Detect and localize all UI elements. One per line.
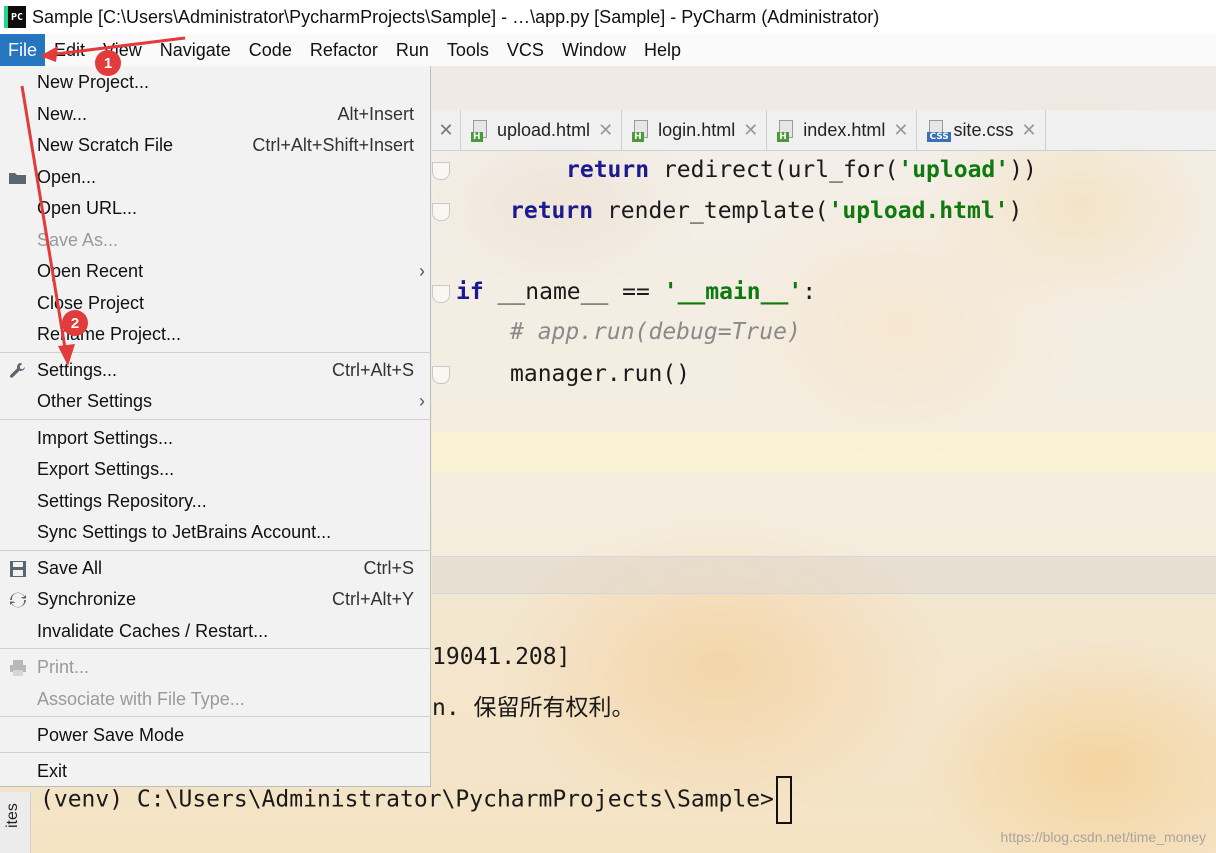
menu-item-exit[interactable]: Exit [0, 756, 431, 787]
folder-icon [8, 168, 28, 188]
title-bar: PC Sample [C:\Users\Administrator\Pychar… [0, 0, 1216, 34]
html-file-icon: H [777, 120, 795, 142]
menu-item-open-recent[interactable]: Open Recent › [0, 256, 431, 287]
menu-item-invalidate-caches[interactable]: Invalidate Caches / Restart... [0, 616, 431, 647]
window-title: Sample [C:\Users\Administrator\PycharmPr… [32, 6, 880, 27]
menu-item-power-save-mode[interactable]: Power Save Mode [0, 720, 431, 751]
menu-tools[interactable]: Tools [438, 34, 498, 66]
menu-item-other-settings[interactable]: Other Settings › [0, 386, 431, 417]
menu-item-new-scratch-file[interactable]: New Scratch File Ctrl+Alt+Shift+Insert [0, 130, 431, 161]
refresh-icon [8, 590, 28, 610]
terminal-line: n. 保留所有权利。 [432, 695, 635, 721]
tab-label: index.html [803, 119, 886, 140]
terminal-prompt: (venv) C:\Users\Administrator\PycharmPro… [40, 786, 774, 813]
menu-file[interactable]: File [0, 34, 46, 66]
menu-item-sync-settings[interactable]: Sync Settings to JetBrains Account... [0, 517, 431, 548]
close-icon[interactable]: ✕ [432, 110, 461, 150]
code-line: # app.run(debug=True) [510, 319, 801, 345]
css-file-icon: CSS [927, 120, 951, 142]
file-menu-dropdown: New Project... New... Alt+Insert New Scr… [0, 66, 431, 787]
terminal-cursor[interactable] [775, 776, 792, 824]
tab-close-icon[interactable]: ✕ [743, 120, 758, 141]
tab-index-html[interactable]: H index.html ✕ [767, 110, 918, 150]
fold-marker-icon[interactable] [432, 162, 450, 180]
editor-tab-bar: ✕ H upload.html ✕ H login.html ✕ H index… [432, 110, 1216, 151]
tab-upload-html[interactable]: H upload.html ✕ [461, 110, 623, 150]
menu-code[interactable]: Code [240, 34, 301, 66]
tab-login-html[interactable]: H login.html ✕ [622, 110, 768, 150]
menu-navigate[interactable]: Navigate [151, 34, 240, 66]
menu-item-import-settings[interactable]: Import Settings... [0, 423, 431, 454]
menu-item-synchronize[interactable]: Synchronize Ctrl+Alt+Y [0, 584, 431, 615]
menu-item-settings-repository[interactable]: Settings Repository... [0, 486, 431, 517]
tab-site-css[interactable]: CSS site.css ✕ [917, 110, 1046, 150]
menu-edit[interactable]: Edit [45, 34, 94, 66]
tab-label: site.css [953, 119, 1014, 140]
menu-bar: File Edit View Navigate Code Refactor Ru… [0, 34, 1216, 66]
menu-refactor[interactable]: Refactor [301, 34, 387, 66]
fold-marker-icon[interactable] [432, 203, 450, 221]
menu-vcs[interactable]: VCS [498, 34, 553, 66]
tab-close-icon[interactable]: ✕ [598, 120, 613, 141]
step-badge-2: 2 [62, 310, 88, 336]
chevron-right-icon: › [419, 261, 425, 281]
code-line: return render_template('upload.html') [510, 198, 1023, 224]
menu-item-open[interactable]: Open... [0, 162, 431, 193]
tab-label: login.html [658, 119, 736, 140]
menu-item-new[interactable]: New... Alt+Insert [0, 99, 431, 130]
step-badge-1: 1 [95, 50, 121, 76]
menu-separator [0, 550, 431, 551]
fold-marker-icon[interactable] [432, 366, 450, 384]
menu-run[interactable]: Run [387, 34, 438, 66]
menu-item-save-all[interactable]: Save All Ctrl+S [0, 553, 431, 584]
tool-window-header [432, 556, 1216, 594]
menu-item-new-project[interactable]: New Project... [0, 67, 431, 98]
tab-label: upload.html [497, 119, 591, 140]
wrench-icon [8, 361, 28, 381]
menu-separator [0, 419, 431, 420]
menu-item-settings[interactable]: Settings... Ctrl+Alt+S [0, 355, 431, 386]
code-line: return redirect(url_for('upload')) [566, 157, 1037, 183]
menu-separator [0, 648, 431, 649]
printer-icon [8, 658, 28, 678]
watermark: https://blog.csdn.net/time_money [1000, 829, 1206, 845]
menu-help[interactable]: Help [635, 34, 690, 66]
menu-item-associate-file-type: Associate with File Type... [37, 689, 245, 709]
html-file-icon: H [632, 120, 650, 142]
menu-item-open-url[interactable]: Open URL... [0, 193, 431, 224]
menu-separator [0, 716, 431, 717]
chevron-right-icon: › [419, 391, 425, 411]
menu-separator [0, 352, 431, 353]
tab-close-icon[interactable]: ✕ [1021, 120, 1036, 141]
menu-item-print: Print... [0, 652, 431, 683]
tab-close-icon[interactable]: ✕ [893, 120, 908, 141]
html-file-icon: H [471, 120, 489, 142]
save-icon [8, 559, 28, 579]
favorites-side-tab[interactable]: ites [0, 792, 31, 853]
code-editor[interactable]: return redirect(url_for('upload')) retur… [432, 151, 1216, 556]
pycharm-logo-icon: PC [4, 6, 26, 28]
terminal-line: 19041.208] [432, 644, 571, 670]
menu-window[interactable]: Window [553, 34, 635, 66]
code-line: if __name__ == '__main__': [456, 279, 817, 305]
menu-item-save-as: Save As... [37, 230, 119, 250]
fold-marker-icon[interactable] [432, 285, 450, 303]
menu-separator [0, 752, 431, 753]
code-line: manager.run() [510, 361, 691, 387]
menu-item-export-settings[interactable]: Export Settings... [0, 454, 431, 485]
